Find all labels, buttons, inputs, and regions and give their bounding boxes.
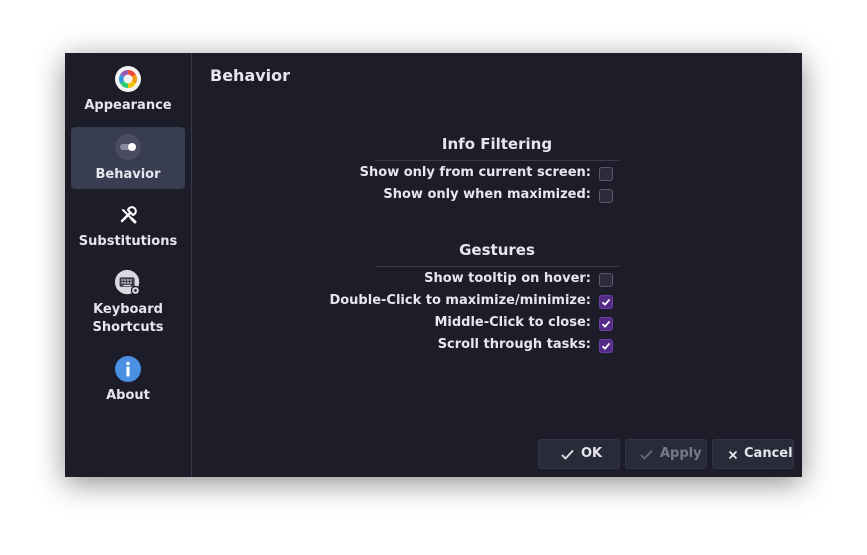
option-label-double-click: Double-Click to maximize/minimize: xyxy=(329,293,591,308)
sidebar-item-label: Substitutions xyxy=(78,234,178,249)
apply-button-label: Apply xyxy=(660,446,702,461)
sidebar-item-label: Behavior xyxy=(95,167,161,182)
keyboard-icon xyxy=(114,269,141,296)
checkmark-icon xyxy=(601,342,611,350)
info-icon xyxy=(115,356,141,382)
sidebar-item-substitutions[interactable]: Substitutions xyxy=(71,197,185,255)
sidebar-item-label: About xyxy=(106,388,150,403)
ok-button[interactable]: OK xyxy=(538,439,620,469)
sidebar-item-keyboard-shortcuts[interactable]: Keyboard Shortcuts xyxy=(71,267,185,339)
checkbox-when-maximized[interactable] xyxy=(599,189,613,203)
checkbox-tooltip-hover[interactable] xyxy=(599,273,613,287)
sidebar-item-appearance[interactable]: Appearance xyxy=(71,61,185,119)
section-title-info-filtering: Info Filtering xyxy=(441,135,553,153)
apply-button[interactable]: Apply xyxy=(625,439,707,469)
check-icon xyxy=(561,449,574,460)
checkmark-icon xyxy=(601,298,611,306)
color-wheel-icon xyxy=(115,66,141,92)
sidebar: Appearance Behavior Substitutions Keyboa… xyxy=(65,53,192,477)
cancel-button-label: Cancel xyxy=(744,446,793,461)
option-label-when-maximized: Show only when maximized: xyxy=(383,187,591,202)
section-divider xyxy=(375,266,619,267)
cancel-button[interactable]: Cancel xyxy=(712,439,794,469)
sidebar-item-label: Keyboard xyxy=(93,302,163,317)
sidebar-item-label-line2: Shortcuts xyxy=(92,320,164,335)
checkbox-double-click[interactable] xyxy=(599,295,613,309)
toggle-icon xyxy=(115,134,141,160)
option-label-scroll-tasks: Scroll through tasks: xyxy=(437,337,591,352)
option-label-middle-click: Middle-Click to close: xyxy=(434,315,591,330)
checkmark-icon xyxy=(601,320,611,328)
checkbox-current-screen[interactable] xyxy=(599,167,613,181)
check-icon xyxy=(640,449,653,460)
ok-button-label: OK xyxy=(581,446,603,461)
sidebar-item-about[interactable]: About xyxy=(71,351,185,411)
substitution-tools-icon xyxy=(120,206,137,224)
option-label-current-screen: Show only from current screen: xyxy=(359,165,591,180)
sidebar-item-behavior[interactable]: Behavior xyxy=(71,127,185,189)
checkbox-scroll-tasks[interactable] xyxy=(599,339,613,353)
option-label-tooltip-hover: Show tooltip on hover: xyxy=(424,271,591,286)
checkbox-middle-click[interactable] xyxy=(599,317,613,331)
settings-window: Appearance Behavior Substitutions Keyboa… xyxy=(65,53,802,477)
section-divider xyxy=(375,160,619,161)
page-title: Behavior xyxy=(210,66,291,85)
sidebar-item-label: Appearance xyxy=(84,98,172,113)
section-title-gestures: Gestures xyxy=(459,241,535,259)
close-icon xyxy=(728,450,738,460)
